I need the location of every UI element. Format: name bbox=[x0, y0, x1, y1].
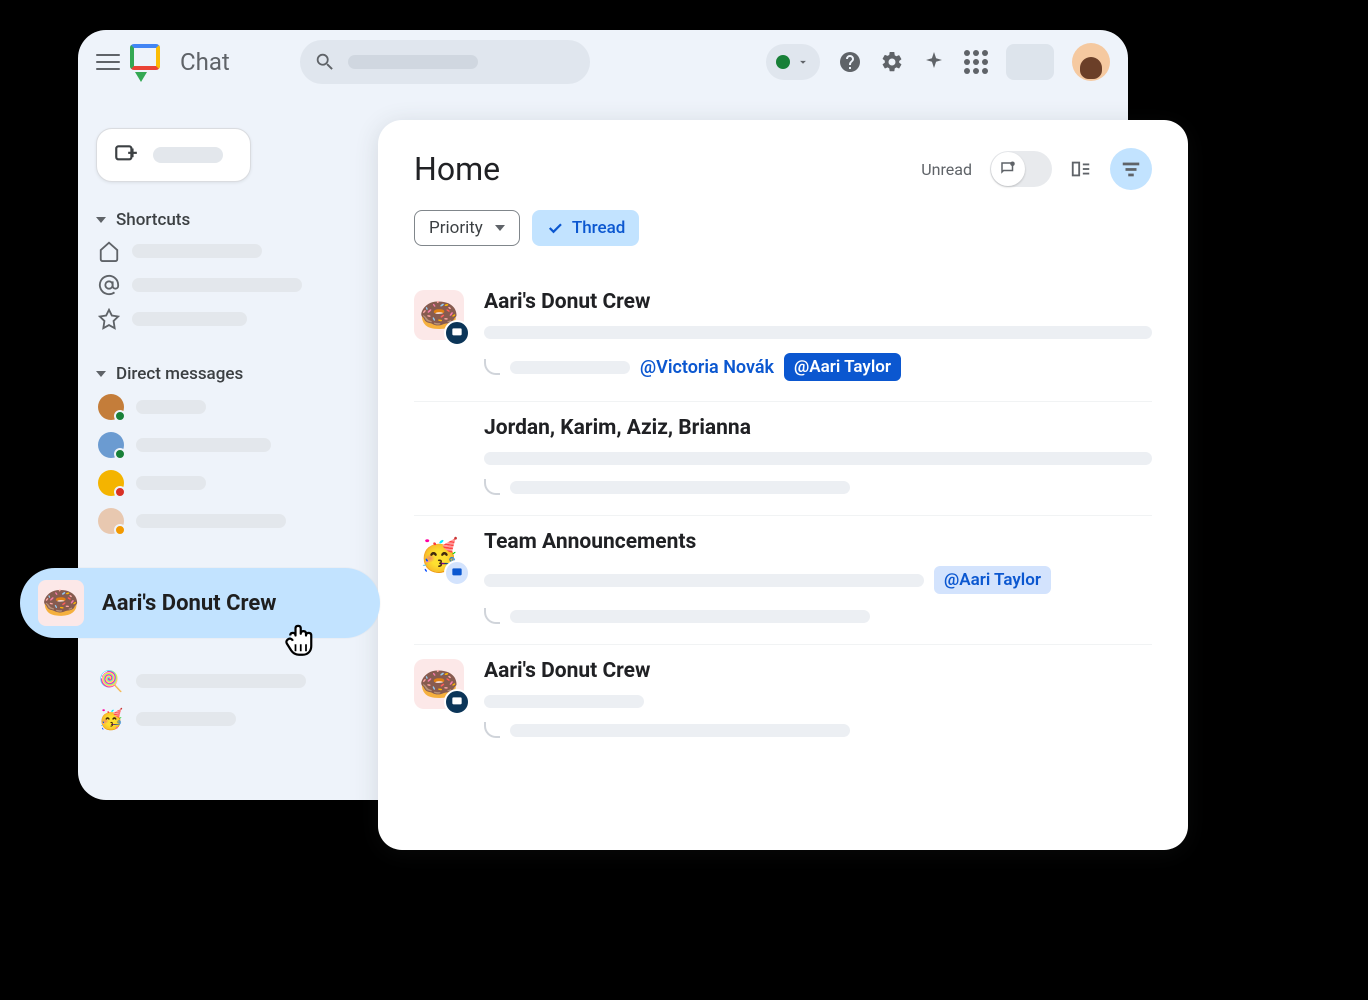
space-party-icon: 🥳 bbox=[98, 706, 124, 732]
conversation-title: Jordan, Karim, Aziz, Brianna bbox=[484, 416, 1152, 440]
thread-badge-icon bbox=[444, 320, 470, 346]
space-donut-icon: 🍩 bbox=[414, 290, 464, 340]
dm-avatar bbox=[98, 470, 124, 496]
space-row[interactable]: 🥳 bbox=[96, 700, 356, 738]
conversation-item[interactable]: 🍩 Aari's Donut Crew bbox=[414, 645, 1152, 758]
top-right-actions bbox=[766, 43, 1110, 81]
thread-chip[interactable]: Thread bbox=[532, 210, 640, 246]
menu-icon[interactable] bbox=[96, 50, 120, 74]
shortcuts-header[interactable]: Shortcuts bbox=[96, 206, 356, 234]
conversation-item[interactable]: Jordan, Karim, Aziz, Brianna bbox=[414, 402, 1152, 516]
message-unread-icon bbox=[999, 160, 1017, 178]
mention-chip[interactable]: @Aari Taylor bbox=[784, 353, 901, 381]
donut-icon: 🍩 bbox=[38, 580, 84, 626]
user-avatar[interactable] bbox=[1072, 43, 1110, 81]
app-window: Chat Shortcuts bbox=[78, 30, 1128, 800]
status-indicator[interactable] bbox=[766, 44, 820, 80]
top-bar: Chat bbox=[78, 30, 1128, 94]
reply-indicator-icon bbox=[484, 722, 500, 738]
panel-title: Home bbox=[414, 150, 500, 188]
caret-down-icon bbox=[96, 217, 106, 223]
floating-space-item[interactable]: 🍩 Aari's Donut Crew bbox=[20, 568, 380, 638]
away-badge bbox=[114, 524, 126, 536]
dm-row[interactable] bbox=[96, 426, 356, 464]
star-icon bbox=[98, 308, 120, 330]
shortcut-home[interactable] bbox=[96, 234, 356, 268]
sparkle-icon[interactable] bbox=[922, 50, 946, 74]
dm-row[interactable] bbox=[96, 464, 356, 502]
reply-indicator-icon bbox=[484, 479, 500, 495]
priority-chip[interactable]: Priority bbox=[414, 210, 520, 246]
dms-section: Direct messages bbox=[96, 360, 356, 540]
mention-chip-light[interactable]: @Aari Taylor bbox=[934, 566, 1051, 594]
space-lollipop-icon: 🍭 bbox=[98, 668, 124, 694]
chevron-down-icon bbox=[495, 225, 505, 231]
conversation-item[interactable]: 🥳 Team Announcements @Aari Taylor bbox=[414, 516, 1152, 645]
main-panel: Home Unread Priority bbox=[378, 120, 1188, 850]
space-row[interactable]: 🍭 bbox=[96, 662, 356, 700]
space-party-icon: 🥳 bbox=[414, 530, 464, 580]
help-icon[interactable] bbox=[838, 50, 862, 74]
app-title: Chat bbox=[180, 48, 230, 76]
conversation-title: Team Announcements bbox=[484, 530, 1152, 554]
new-chat-button[interactable] bbox=[96, 128, 251, 182]
panel-header: Home Unread bbox=[414, 148, 1152, 190]
view-split-icon[interactable] bbox=[1070, 158, 1092, 180]
chat-logo bbox=[130, 44, 166, 80]
account-switcher[interactable] bbox=[1006, 44, 1054, 80]
filter-chips: Priority Thread bbox=[414, 210, 1152, 246]
thread-badge-icon bbox=[444, 689, 470, 715]
new-chat-icon bbox=[113, 142, 139, 168]
dm-avatar bbox=[98, 394, 124, 420]
drag-cursor-icon bbox=[278, 618, 320, 660]
conversation-list: 🍩 Aari's Donut Crew @Victoria Novák @Aar… bbox=[414, 276, 1152, 758]
reply-indicator-icon bbox=[484, 608, 500, 624]
dm-avatar bbox=[98, 432, 124, 458]
conversation-item[interactable]: 🍩 Aari's Donut Crew @Victoria Novák @Aar… bbox=[414, 276, 1152, 402]
active-status-dot bbox=[776, 55, 790, 69]
thread-badge-icon bbox=[444, 560, 470, 586]
group-avatar bbox=[414, 416, 464, 466]
search-icon bbox=[314, 51, 336, 73]
chevron-down-icon bbox=[796, 55, 810, 69]
reply-indicator-icon bbox=[484, 359, 500, 375]
shortcut-mentions[interactable] bbox=[96, 268, 356, 302]
shortcuts-section: Shortcuts bbox=[96, 206, 356, 336]
conversation-title: Aari's Donut Crew bbox=[484, 290, 1152, 314]
dm-avatar bbox=[98, 508, 124, 534]
shortcut-starred[interactable] bbox=[96, 302, 356, 336]
at-icon bbox=[98, 274, 120, 296]
mention-link[interactable]: @Victoria Novák bbox=[640, 357, 774, 378]
search-input[interactable] bbox=[300, 40, 590, 84]
home-icon bbox=[98, 240, 120, 262]
active-badge bbox=[114, 410, 126, 422]
dm-row[interactable] bbox=[96, 388, 356, 426]
settings-gear-icon[interactable] bbox=[880, 50, 904, 74]
active-badge bbox=[114, 448, 126, 460]
dms-header[interactable]: Direct messages bbox=[96, 360, 356, 388]
filter-icon bbox=[1120, 158, 1142, 180]
dnd-badge bbox=[114, 486, 126, 498]
space-donut-icon: 🍩 bbox=[414, 659, 464, 709]
apps-grid-icon[interactable] bbox=[964, 50, 988, 74]
unread-label: Unread bbox=[921, 160, 972, 179]
unread-toggle[interactable] bbox=[990, 151, 1052, 187]
filter-button[interactable] bbox=[1110, 148, 1152, 190]
check-icon bbox=[546, 219, 564, 237]
conversation-title: Aari's Donut Crew bbox=[484, 659, 1152, 683]
floating-space-label: Aari's Donut Crew bbox=[102, 591, 276, 616]
caret-down-icon bbox=[96, 371, 106, 377]
dm-row[interactable] bbox=[96, 502, 356, 540]
